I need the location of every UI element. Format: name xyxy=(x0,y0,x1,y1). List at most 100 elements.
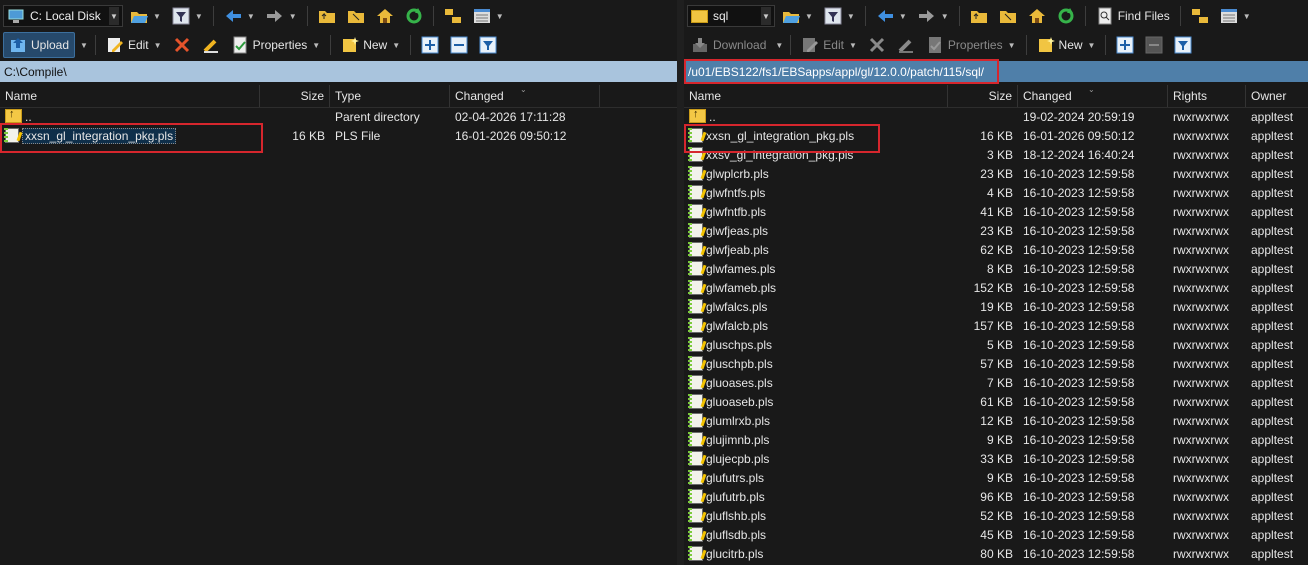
upload-button[interactable]: Upload xyxy=(3,32,76,58)
table-row[interactable]: glwfntfb.pls 41 KB 16-10-2023 12:59:58 rwxr… xyxy=(684,203,1308,222)
edit-button[interactable]: Edit ▼ xyxy=(797,33,861,57)
table-row[interactable]: .. Parent directory 02-04-2026 17:11:28 xyxy=(0,108,677,127)
download-button[interactable]: Download xyxy=(687,33,770,57)
column-name[interactable]: Name xyxy=(684,85,948,107)
column-type[interactable]: Type xyxy=(330,85,450,107)
view-mode-button[interactable]: ▼ xyxy=(1216,4,1255,28)
new-button[interactable]: New ▼ xyxy=(1033,33,1100,57)
file-icon xyxy=(688,527,703,542)
table-row[interactable]: glwfalcs.pls 19 KB 16-10-2023 12:59:58 rwxr… xyxy=(684,298,1308,317)
rename-button[interactable] xyxy=(198,33,224,57)
table-row[interactable]: glujecpb.pls 33 KB 16-10-2023 12:59:58 rwxr… xyxy=(684,450,1308,469)
rename-button[interactable] xyxy=(893,33,919,57)
table-row[interactable]: .. 19-02-2024 20:59:19 rwxrwxrwx appltest xyxy=(684,108,1308,127)
delete-button[interactable] xyxy=(169,33,195,57)
chevron-down-icon[interactable]: ▼ xyxy=(761,7,771,25)
table-row[interactable]: glwfntfs.pls 4 KB 16-10-2023 12:59:58 rwxrw… xyxy=(684,184,1308,203)
table-row[interactable]: xxsn_gl_integration_pkg.pls 16 KB 16-01-20… xyxy=(684,127,1308,146)
table-row[interactable]: gluoaseb.pls 61 KB 16-10-2023 12:59:58 rwxr… xyxy=(684,393,1308,412)
file-owner: appltest xyxy=(1251,167,1294,181)
rename-icon xyxy=(897,36,915,54)
table-row[interactable]: gluflshb.pls 52 KB 16-10-2023 12:59:58 rwxr… xyxy=(684,507,1308,526)
column-size[interactable]: Size xyxy=(948,85,1018,107)
local-path-bar[interactable]: C:\Compile\ xyxy=(0,61,677,82)
pane-splitter[interactable] xyxy=(677,0,684,565)
table-row[interactable]: xxsn_gl_integration_pkg.pls 16 KB PLS Fi… xyxy=(0,127,677,146)
table-row[interactable]: glwfames.pls 8 KB 16-10-2023 12:59:58 rwxrw… xyxy=(684,260,1308,279)
table-row[interactable]: xxsv_gl_integration_pkg.pls 3 KB 18-12-202… xyxy=(684,146,1308,165)
parent-directory-button[interactable] xyxy=(314,4,340,28)
column-rights[interactable]: Rights xyxy=(1168,85,1246,107)
table-row[interactable]: glufutrb.pls 96 KB 16-10-2023 12:59:58 rwxr… xyxy=(684,488,1308,507)
delete-button[interactable] xyxy=(864,33,890,57)
filter-button[interactable]: ▼ xyxy=(168,4,207,28)
drive-selector[interactable]: C: Local Disk ▼ xyxy=(3,5,123,27)
chevron-down-icon[interactable]: ▼ xyxy=(109,7,119,25)
chevron-down-icon: ▼ xyxy=(288,11,297,21)
root-directory-button[interactable] xyxy=(995,4,1021,28)
toolbar-divider xyxy=(212,6,214,26)
folder-selector[interactable]: sql ▼ xyxy=(687,5,775,27)
table-row[interactable]: glwfjeab.pls 62 KB 16-10-2023 12:59:58 rwxr… xyxy=(684,241,1308,260)
file-name: gluflsdb.pls xyxy=(706,528,767,542)
back-button[interactable]: ▼ xyxy=(220,4,259,28)
remote-path-bar[interactable]: /u01/EBS122/fs1/EBSapps/appl/gl/12.0.0/p… xyxy=(684,61,1308,82)
tree-view-button[interactable] xyxy=(440,4,466,28)
open-folder-icon xyxy=(782,7,800,25)
download-options-button[interactable]: ▼ xyxy=(773,33,784,57)
refresh-button[interactable] xyxy=(401,4,427,28)
parent-directory-button[interactable] xyxy=(966,4,992,28)
root-directory-button[interactable] xyxy=(343,4,369,28)
refresh-button[interactable] xyxy=(1053,4,1079,28)
file-changed: 16-10-2023 12:59:58 xyxy=(1023,376,1135,390)
unselect-files-button[interactable] xyxy=(446,33,472,57)
new-button[interactable]: New ▼ xyxy=(337,33,404,57)
file-name: glwfames.pls xyxy=(706,262,776,276)
chevron-down-icon: ▼ xyxy=(392,40,401,50)
table-row[interactable]: gluoases.pls 7 KB 16-10-2023 12:59:58 rwxrw… xyxy=(684,374,1308,393)
delete-icon xyxy=(868,36,886,54)
select-files-button[interactable] xyxy=(1112,33,1138,57)
filter-select-button[interactable] xyxy=(475,33,501,57)
tree-view-button[interactable] xyxy=(1187,4,1213,28)
edit-button[interactable]: Edit ▼ xyxy=(102,33,166,57)
file-owner: appltest xyxy=(1251,110,1294,124)
table-row[interactable]: gluflsdb.pls 45 KB 16-10-2023 12:59:58 rwxr… xyxy=(684,526,1308,545)
open-folder-button[interactable]: ▼ xyxy=(778,4,817,28)
filter-select-button[interactable] xyxy=(1170,33,1196,57)
table-row[interactable]: glwfjeas.pls 23 KB 16-10-2023 12:59:58 rwxr… xyxy=(684,222,1308,241)
properties-button[interactable]: Properties ▼ xyxy=(922,33,1020,57)
file-changed: 16-10-2023 12:59:58 xyxy=(1023,281,1135,295)
view-mode-button[interactable]: ▼ xyxy=(469,4,508,28)
table-row[interactable]: gluschpb.pls 57 KB 16-10-2023 12:59:58 rwxr… xyxy=(684,355,1308,374)
table-row[interactable]: glucitrb.pls 80 KB 16-10-2023 12:59:58 rwxr… xyxy=(684,545,1308,564)
back-button[interactable]: ▼ xyxy=(872,4,911,28)
table-row[interactable]: glumlrxb.pls 12 KB 16-10-2023 12:59:58 rwxr… xyxy=(684,412,1308,431)
filter-button[interactable]: ▼ xyxy=(820,4,859,28)
column-owner[interactable]: Owner xyxy=(1246,85,1308,107)
file-changed: 16-10-2023 12:59:58 xyxy=(1023,528,1135,542)
properties-button[interactable]: Properties ▼ xyxy=(227,33,325,57)
find-files-button[interactable]: Find Files xyxy=(1092,4,1174,28)
file-size: 5 KB xyxy=(986,338,1013,352)
file-name: gluflshb.pls xyxy=(706,509,767,523)
home-button[interactable] xyxy=(1024,4,1050,28)
table-row[interactable]: glwfameb.pls 152 KB 16-10-2023 12:59:58 rwx… xyxy=(684,279,1308,298)
table-row[interactable]: glufutrs.pls 9 KB 16-10-2023 12:59:58 rwxrw… xyxy=(684,469,1308,488)
column-name[interactable]: Name xyxy=(0,85,260,107)
table-row[interactable]: glwplcrb.pls 23 KB 16-10-2023 12:59:58 rwxr… xyxy=(684,165,1308,184)
table-row[interactable]: glwfalcb.pls 157 KB 16-10-2023 12:59:58 rwx… xyxy=(684,317,1308,336)
file-size: 23 KB xyxy=(980,167,1013,181)
forward-button[interactable]: ▼ xyxy=(914,4,953,28)
file-name: glwfameb.pls xyxy=(706,281,777,295)
column-size[interactable]: Size xyxy=(260,85,330,107)
table-row[interactable]: gluschps.pls 5 KB 16-10-2023 12:59:58 rwxrw… xyxy=(684,336,1308,355)
home-button[interactable] xyxy=(372,4,398,28)
forward-button[interactable]: ▼ xyxy=(262,4,301,28)
open-folder-button[interactable]: ▼ xyxy=(126,4,165,28)
file-changed: 16-10-2023 12:59:58 xyxy=(1023,243,1135,257)
unselect-files-button[interactable] xyxy=(1141,33,1167,57)
table-row[interactable]: glujimnb.pls 9 KB 16-10-2023 12:59:58 rwxrw… xyxy=(684,431,1308,450)
upload-options-button[interactable]: ▼ xyxy=(78,33,89,57)
select-files-button[interactable] xyxy=(417,33,443,57)
